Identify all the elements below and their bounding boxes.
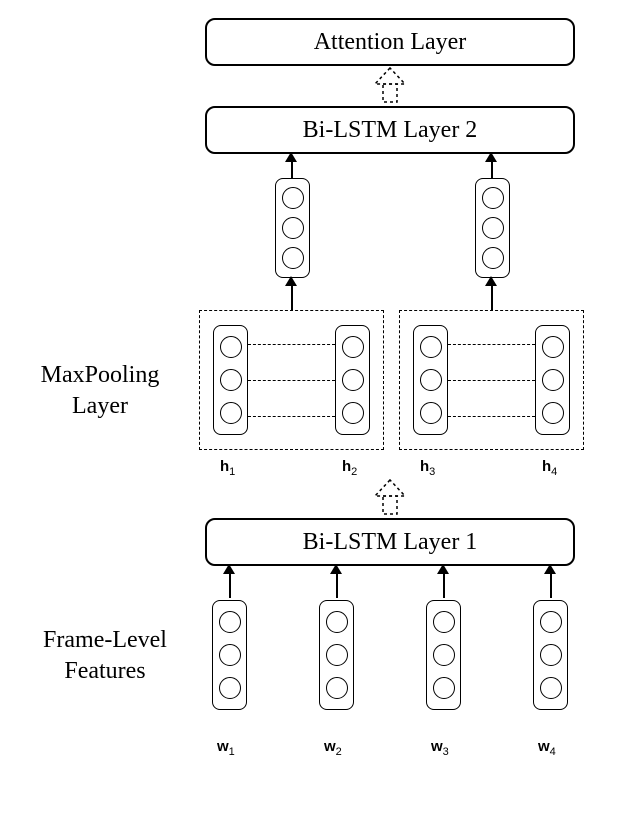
frame-features-label: Frame-Level Features xyxy=(20,625,190,687)
h-label: h4 xyxy=(542,458,557,478)
node-circle xyxy=(342,369,364,391)
diagram-canvas: Attention Layer Bi-LSTM Layer 2 MaxPooli… xyxy=(0,0,630,824)
dashed-connector xyxy=(448,416,535,417)
framefeat-line1: Frame-Level xyxy=(43,627,167,653)
node-circle xyxy=(282,217,304,239)
node-circle xyxy=(219,644,241,666)
arrow-head-icon xyxy=(437,564,449,574)
w-label: w4 xyxy=(538,738,556,758)
bilstm2-layer-box: Bi-LSTM Layer 2 xyxy=(205,106,575,154)
node-circle xyxy=(219,677,241,699)
node-circle xyxy=(342,402,364,424)
arrow-icon xyxy=(229,570,231,598)
maxpooling-label: MaxPooling Layer xyxy=(20,360,180,422)
w-vector xyxy=(319,600,354,710)
arrow-head-icon xyxy=(330,564,342,574)
arrow-head-icon xyxy=(485,152,497,162)
node-circle xyxy=(433,677,455,699)
h-vector xyxy=(535,325,570,435)
w-vector xyxy=(212,600,247,710)
arrow-head-icon xyxy=(544,564,556,574)
arrow-head-icon xyxy=(485,276,497,286)
arrow-icon xyxy=(443,570,445,598)
bilstm1-layer-label: Bi-LSTM Layer 1 xyxy=(303,529,478,556)
attention-layer-label: Attention Layer xyxy=(314,29,467,56)
node-circle xyxy=(542,369,564,391)
h-label: h2 xyxy=(342,458,357,478)
arrow-icon xyxy=(336,570,338,598)
node-circle xyxy=(540,611,562,633)
arrow-head-icon xyxy=(285,152,297,162)
dashed-connector xyxy=(248,344,335,345)
w-label: w1 xyxy=(217,738,235,758)
node-circle xyxy=(219,611,241,633)
bilstm1-layer-box: Bi-LSTM Layer 1 xyxy=(205,518,575,566)
node-circle xyxy=(433,611,455,633)
h-vector xyxy=(213,325,248,435)
node-circle xyxy=(542,402,564,424)
node-circle xyxy=(420,336,442,358)
maxpool-line1: MaxPooling xyxy=(41,362,160,388)
attention-layer-box: Attention Layer xyxy=(205,18,575,66)
node-circle xyxy=(482,217,504,239)
framefeat-line2: Features xyxy=(64,658,145,684)
node-circle xyxy=(282,187,304,209)
dashed-connector xyxy=(248,416,335,417)
w-label: w3 xyxy=(431,738,449,758)
node-circle xyxy=(326,611,348,633)
node-circle xyxy=(326,677,348,699)
arrow-icon xyxy=(550,570,552,598)
node-circle xyxy=(220,336,242,358)
h-vector xyxy=(413,325,448,435)
dashed-up-arrow-icon xyxy=(365,478,415,518)
node-circle xyxy=(482,187,504,209)
node-circle xyxy=(540,644,562,666)
arrow-icon xyxy=(291,282,293,310)
node-circle xyxy=(220,369,242,391)
arrow-head-icon xyxy=(285,276,297,286)
arrow-icon xyxy=(491,282,493,310)
h-label: h1 xyxy=(220,458,235,478)
node-circle xyxy=(482,247,504,269)
h-label: h3 xyxy=(420,458,435,478)
node-circle xyxy=(326,644,348,666)
pooled-vector xyxy=(475,178,510,278)
pooled-vector xyxy=(275,178,310,278)
node-circle xyxy=(433,644,455,666)
h-vector xyxy=(335,325,370,435)
node-circle xyxy=(282,247,304,269)
maxpool-line2: Layer xyxy=(72,393,128,419)
dashed-up-arrow-icon xyxy=(365,66,415,106)
node-circle xyxy=(420,402,442,424)
dashed-connector xyxy=(448,380,535,381)
node-circle xyxy=(420,369,442,391)
node-circle xyxy=(542,336,564,358)
arrow-head-icon xyxy=(223,564,235,574)
node-circle xyxy=(220,402,242,424)
w-label: w2 xyxy=(324,738,342,758)
w-vector xyxy=(426,600,461,710)
node-circle xyxy=(342,336,364,358)
dashed-connector xyxy=(248,380,335,381)
bilstm2-layer-label: Bi-LSTM Layer 2 xyxy=(303,117,478,144)
node-circle xyxy=(540,677,562,699)
w-vector xyxy=(533,600,568,710)
dashed-connector xyxy=(448,344,535,345)
